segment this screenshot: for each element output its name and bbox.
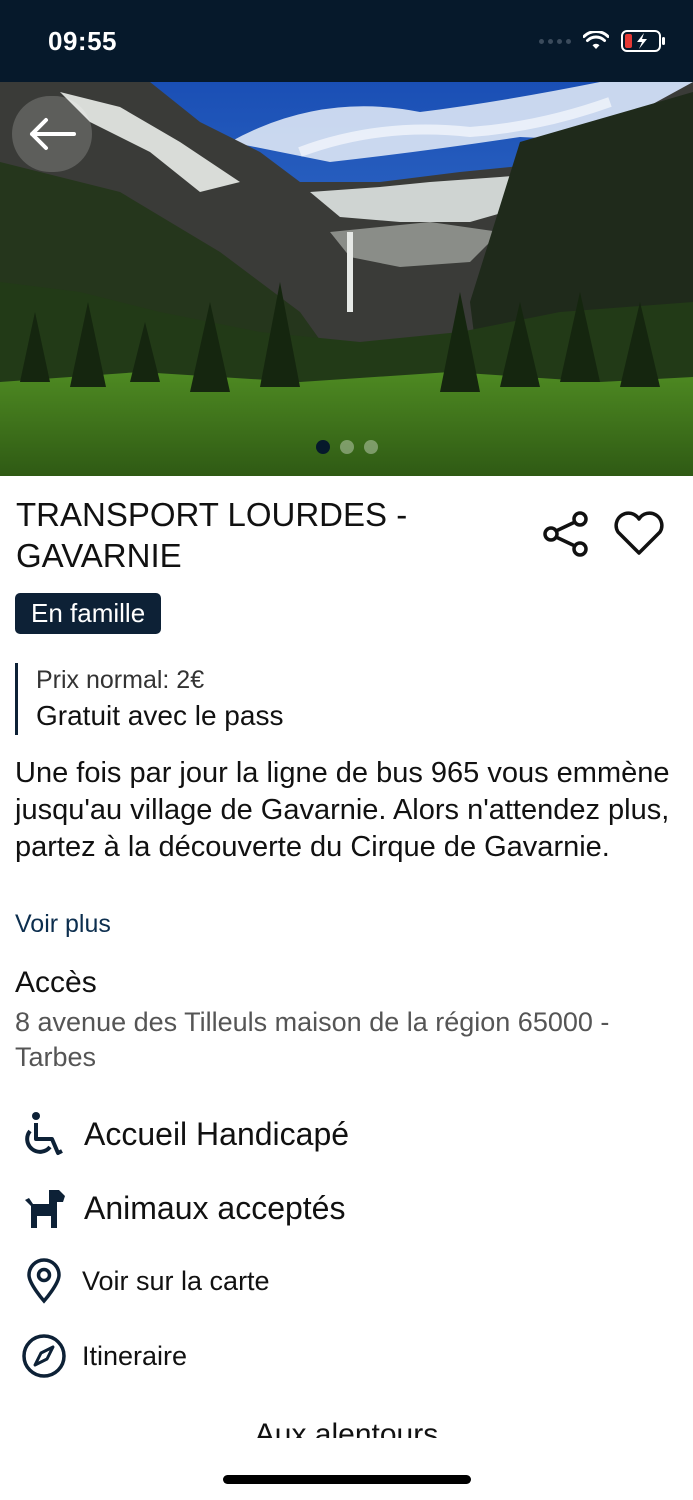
feature-label: Animaux acceptés	[84, 1189, 346, 1226]
price-block: Prix normal: 2€ Gratuit avec le pass	[15, 663, 283, 735]
page-title: TRANSPORT LOURDES - GAVARNIE	[16, 496, 408, 574]
dog-icon	[20, 1184, 68, 1232]
feature-accessible: Accueil Handicapé	[20, 1110, 349, 1158]
description: Une fois par jour la ligne de bus 965 vo…	[15, 757, 670, 863]
wheelchair-icon	[20, 1110, 68, 1158]
feature-pets: Animaux acceptés	[20, 1184, 345, 1232]
nearby-section-title: Aux alentours	[0, 1418, 693, 1438]
back-button[interactable]	[12, 96, 92, 172]
category-badge: En famille	[15, 593, 162, 634]
status-icons	[539, 30, 667, 52]
compass-icon	[20, 1332, 68, 1380]
map-pin-icon	[20, 1257, 68, 1305]
hero-image[interactable]	[0, 82, 693, 476]
feature-label: Accueil Handicapé	[84, 1115, 350, 1152]
heart-icon	[614, 511, 664, 555]
share-icon	[543, 511, 588, 557]
share-button[interactable]	[540, 510, 592, 558]
see-more-link[interactable]: Voir plus	[15, 910, 111, 939]
access-title: Accès	[15, 966, 97, 999]
status-time: 09:55	[48, 26, 117, 56]
carousel-dot[interactable]	[363, 440, 378, 454]
carousel-dot[interactable]	[339, 440, 354, 454]
carousel-dots[interactable]	[0, 440, 693, 454]
status-bar: 09:55	[0, 0, 693, 82]
arrow-left-icon	[30, 118, 76, 150]
view-on-map-button[interactable]: Voir sur la carte	[20, 1257, 270, 1305]
action-label[interactable]: Voir sur la carte	[82, 1266, 270, 1297]
nearby-title-text: Aux alentours	[254, 1418, 439, 1438]
wifi-icon	[583, 31, 609, 49]
signal-icon	[539, 38, 571, 44]
favorite-button[interactable]	[612, 510, 666, 558]
itinerary-button[interactable]: Itineraire	[20, 1332, 187, 1380]
price-pass: Gratuit avec le pass	[36, 700, 284, 731]
battery-charging-icon	[621, 30, 665, 52]
price-normal: Prix normal: 2€	[36, 666, 205, 694]
landscape-image	[0, 82, 693, 476]
action-label[interactable]: Itineraire	[82, 1341, 187, 1372]
carousel-dot[interactable]	[315, 440, 330, 454]
access-address: 8 avenue des Tilleuls maison de la régio…	[15, 1007, 610, 1072]
home-indicator[interactable]	[223, 1475, 471, 1484]
